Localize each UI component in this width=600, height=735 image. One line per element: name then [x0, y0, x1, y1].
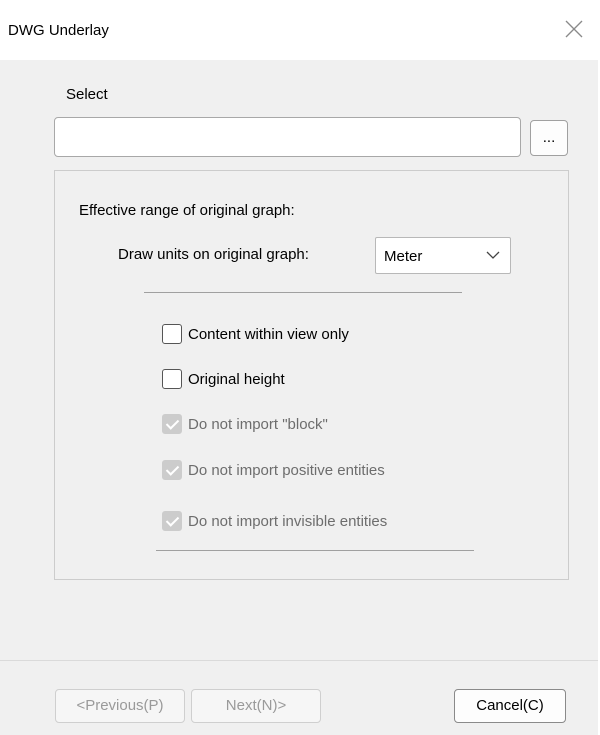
draw-units-value: Meter: [384, 248, 423, 265]
draw-units-dropdown[interactable]: Meter: [375, 237, 511, 274]
option-do-not-import-block: Do not import "block": [162, 413, 328, 435]
option-label: Do not import invisible entities: [188, 512, 388, 530]
dwg-underlay-dialog: DWG Underlay Select ... Effective range …: [0, 0, 598, 735]
checkbox-original-height[interactable]: [162, 369, 182, 389]
file-path-input[interactable]: [54, 117, 521, 157]
option-label: Do not import positive entities: [188, 461, 385, 479]
option-do-not-import-invisible: Do not import invisible entities: [162, 510, 387, 532]
option-content-within-view[interactable]: Content within view only: [162, 323, 349, 345]
draw-units-label: Draw units on original graph:: [118, 246, 309, 263]
option-label: Content within view only: [188, 325, 349, 343]
option-label: Do not import "block": [188, 415, 328, 433]
close-icon: [565, 20, 583, 38]
option-do-not-import-positive: Do not import positive entities: [162, 459, 385, 481]
close-button[interactable]: [561, 16, 587, 42]
dialog-title: DWG Underlay: [8, 22, 109, 39]
divider-top: [144, 292, 462, 293]
checkbox-content-within-view[interactable]: [162, 324, 182, 344]
cancel-button[interactable]: Cancel(C): [454, 689, 566, 723]
option-original-height[interactable]: Original height: [162, 368, 285, 390]
option-label: Original height: [188, 370, 285, 388]
divider-bottom: [156, 550, 474, 551]
checkbox-do-not-import-invisible: [162, 511, 182, 531]
next-button[interactable]: Next(N)>: [191, 689, 321, 723]
effective-range-label: Effective range of original graph:: [79, 202, 295, 219]
browse-button[interactable]: ...: [530, 120, 568, 156]
title-bar: DWG Underlay: [0, 0, 598, 60]
previous-button[interactable]: <Previous(P): [55, 689, 185, 723]
checkbox-do-not-import-block: [162, 414, 182, 434]
select-label: Select: [66, 86, 108, 103]
chevron-down-icon: [486, 251, 500, 259]
checkbox-do-not-import-positive: [162, 460, 182, 480]
